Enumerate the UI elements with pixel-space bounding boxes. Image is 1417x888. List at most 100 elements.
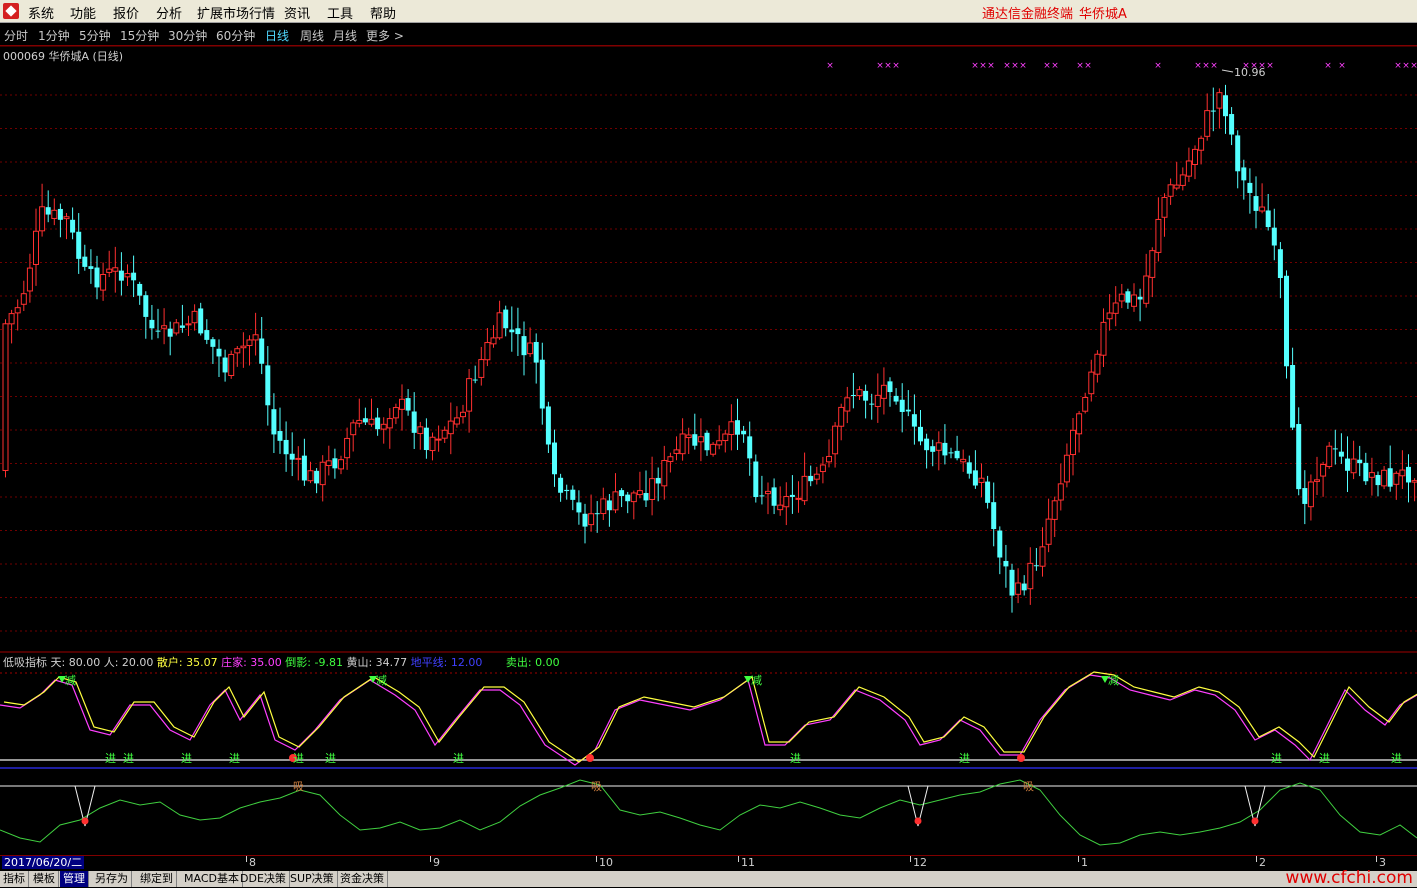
period-intraday[interactable]: 分时 xyxy=(4,27,28,44)
kline-chart[interactable]: 10.96 × × × × × × × × × × × × × × × × × × × × × × × × × × × 减减减减进进… xyxy=(0,46,1417,855)
buy-signal-label: 进 xyxy=(325,752,336,765)
period-30min[interactable]: 30分钟 xyxy=(168,27,207,44)
candle-body xyxy=(94,267,100,288)
tab-save-as[interactable]: 另存为 xyxy=(92,871,132,887)
candle-body xyxy=(1100,321,1107,356)
candle-body xyxy=(625,494,631,502)
candle-body xyxy=(45,207,51,215)
period-weekly[interactable]: 周线 xyxy=(300,27,324,44)
candle-body xyxy=(20,293,27,305)
candle-body xyxy=(509,329,515,333)
candle-body xyxy=(1039,546,1046,567)
app-logo-icon xyxy=(3,3,19,19)
high-price-pointer xyxy=(1221,69,1234,73)
period-daily[interactable]: 日线 xyxy=(265,27,289,44)
candle-body xyxy=(619,490,625,497)
menu-system[interactable]: 系统 xyxy=(28,3,54,22)
candle-body xyxy=(1009,569,1015,596)
menu-quote[interactable]: 报价 xyxy=(113,3,139,22)
candle-body xyxy=(594,513,600,515)
candle-body xyxy=(1161,196,1168,218)
candle-body xyxy=(1229,114,1235,135)
candle-body xyxy=(1411,480,1417,483)
candle-body xyxy=(1106,312,1113,320)
tab-funds[interactable]: 资金决策 xyxy=(337,871,388,887)
candle-body xyxy=(1387,468,1393,487)
sell-signal-label: 减 xyxy=(1108,674,1119,687)
candle-body xyxy=(39,206,46,232)
period-more[interactable]: 更多 > xyxy=(366,27,404,44)
period-60min[interactable]: 60分钟 xyxy=(216,27,255,44)
stock-name-title: 华侨城A xyxy=(1079,7,1127,22)
menu-tools[interactable]: 工具 xyxy=(327,3,353,22)
period-monthly[interactable]: 月线 xyxy=(333,27,357,44)
menu-function[interactable]: 功能 xyxy=(70,3,96,22)
candle-body xyxy=(819,464,826,473)
tab-template[interactable]: 模板 xyxy=(30,871,59,887)
menu-help[interactable]: 帮助 xyxy=(370,3,396,22)
candle-body xyxy=(466,378,473,412)
candle-body xyxy=(57,208,63,220)
candle-body xyxy=(490,337,497,345)
candle-body xyxy=(924,438,930,451)
candle-body xyxy=(143,295,149,317)
signal-x-mark: × xyxy=(1003,61,1011,71)
candle-body xyxy=(1357,459,1363,464)
indicator-legend: 低吸指标 天: 80.00 人: 20.00 散户: 35.07 庄家: 35.… xyxy=(3,654,560,670)
buy-arrow-icon xyxy=(1017,754,1025,762)
signal-x-mark: × xyxy=(979,61,987,71)
date-tick-mark xyxy=(1376,856,1377,862)
candle-body xyxy=(380,423,387,430)
candle-body xyxy=(1235,135,1241,172)
candle-body xyxy=(277,431,283,441)
tab-indicator[interactable]: 指标 xyxy=(0,871,29,887)
candle-body xyxy=(880,384,887,399)
candle-body xyxy=(765,490,771,495)
candle-body xyxy=(558,477,564,493)
menu-analysis[interactable]: 分析 xyxy=(156,3,182,22)
candle-body xyxy=(722,433,729,442)
tab-sup[interactable]: SUP决策 xyxy=(287,871,338,887)
period-5min[interactable]: 5分钟 xyxy=(79,27,111,44)
tab-dde[interactable]: DDE决策 xyxy=(237,871,290,887)
candle-body xyxy=(179,325,185,328)
candle-body xyxy=(630,492,637,503)
buy-signal-label: 进 xyxy=(293,752,304,765)
candle-body xyxy=(869,403,875,405)
candle-body xyxy=(429,436,436,452)
candle-body xyxy=(204,330,210,340)
candle-body xyxy=(1223,95,1228,117)
menu-info[interactable]: 资讯 xyxy=(284,3,310,22)
buy-dot xyxy=(1251,817,1259,825)
candle-body xyxy=(295,457,302,460)
signal-x-mark: × xyxy=(987,61,995,71)
buy-signal-label: 进 xyxy=(229,752,240,765)
buy-arrow-icon xyxy=(586,754,594,762)
period-15min[interactable]: 15分钟 xyxy=(120,27,159,44)
candle-body xyxy=(1368,472,1375,478)
signal-x-mark: × xyxy=(1210,61,1218,71)
candle-body xyxy=(1363,462,1369,482)
tab-macd[interactable]: MACD基本 xyxy=(181,871,243,887)
candle-body xyxy=(1057,483,1064,501)
indicator-value-0: 天: 80.00 xyxy=(50,656,101,669)
buy-signal-label: 进 xyxy=(105,752,116,765)
date-tick-label: 11 xyxy=(741,856,755,869)
date-tick-label: 9 xyxy=(433,856,440,869)
sell-signal-label: 减 xyxy=(376,674,387,687)
candle-body xyxy=(808,475,814,482)
buy-signal-label: 进 xyxy=(181,752,192,765)
candle-body xyxy=(838,406,845,427)
indicator-panel: 减减减减进进进进进进进进进进进进吸吸吸 xyxy=(0,671,1417,846)
tab-bind-to[interactable]: 绑定到 xyxy=(137,871,177,887)
candle-body xyxy=(930,446,936,452)
menu-extended-market[interactable]: 扩展市场行情 xyxy=(197,3,275,22)
candle-body xyxy=(265,365,271,406)
candle-body xyxy=(124,273,131,278)
tab-manage[interactable]: 管理 xyxy=(60,871,89,887)
candle-body xyxy=(679,433,686,455)
signal-x-mark: × xyxy=(1202,61,1210,71)
signal-x-mark: × xyxy=(1194,61,1202,71)
candle-body xyxy=(1088,371,1095,395)
period-1min[interactable]: 1分钟 xyxy=(38,27,70,44)
